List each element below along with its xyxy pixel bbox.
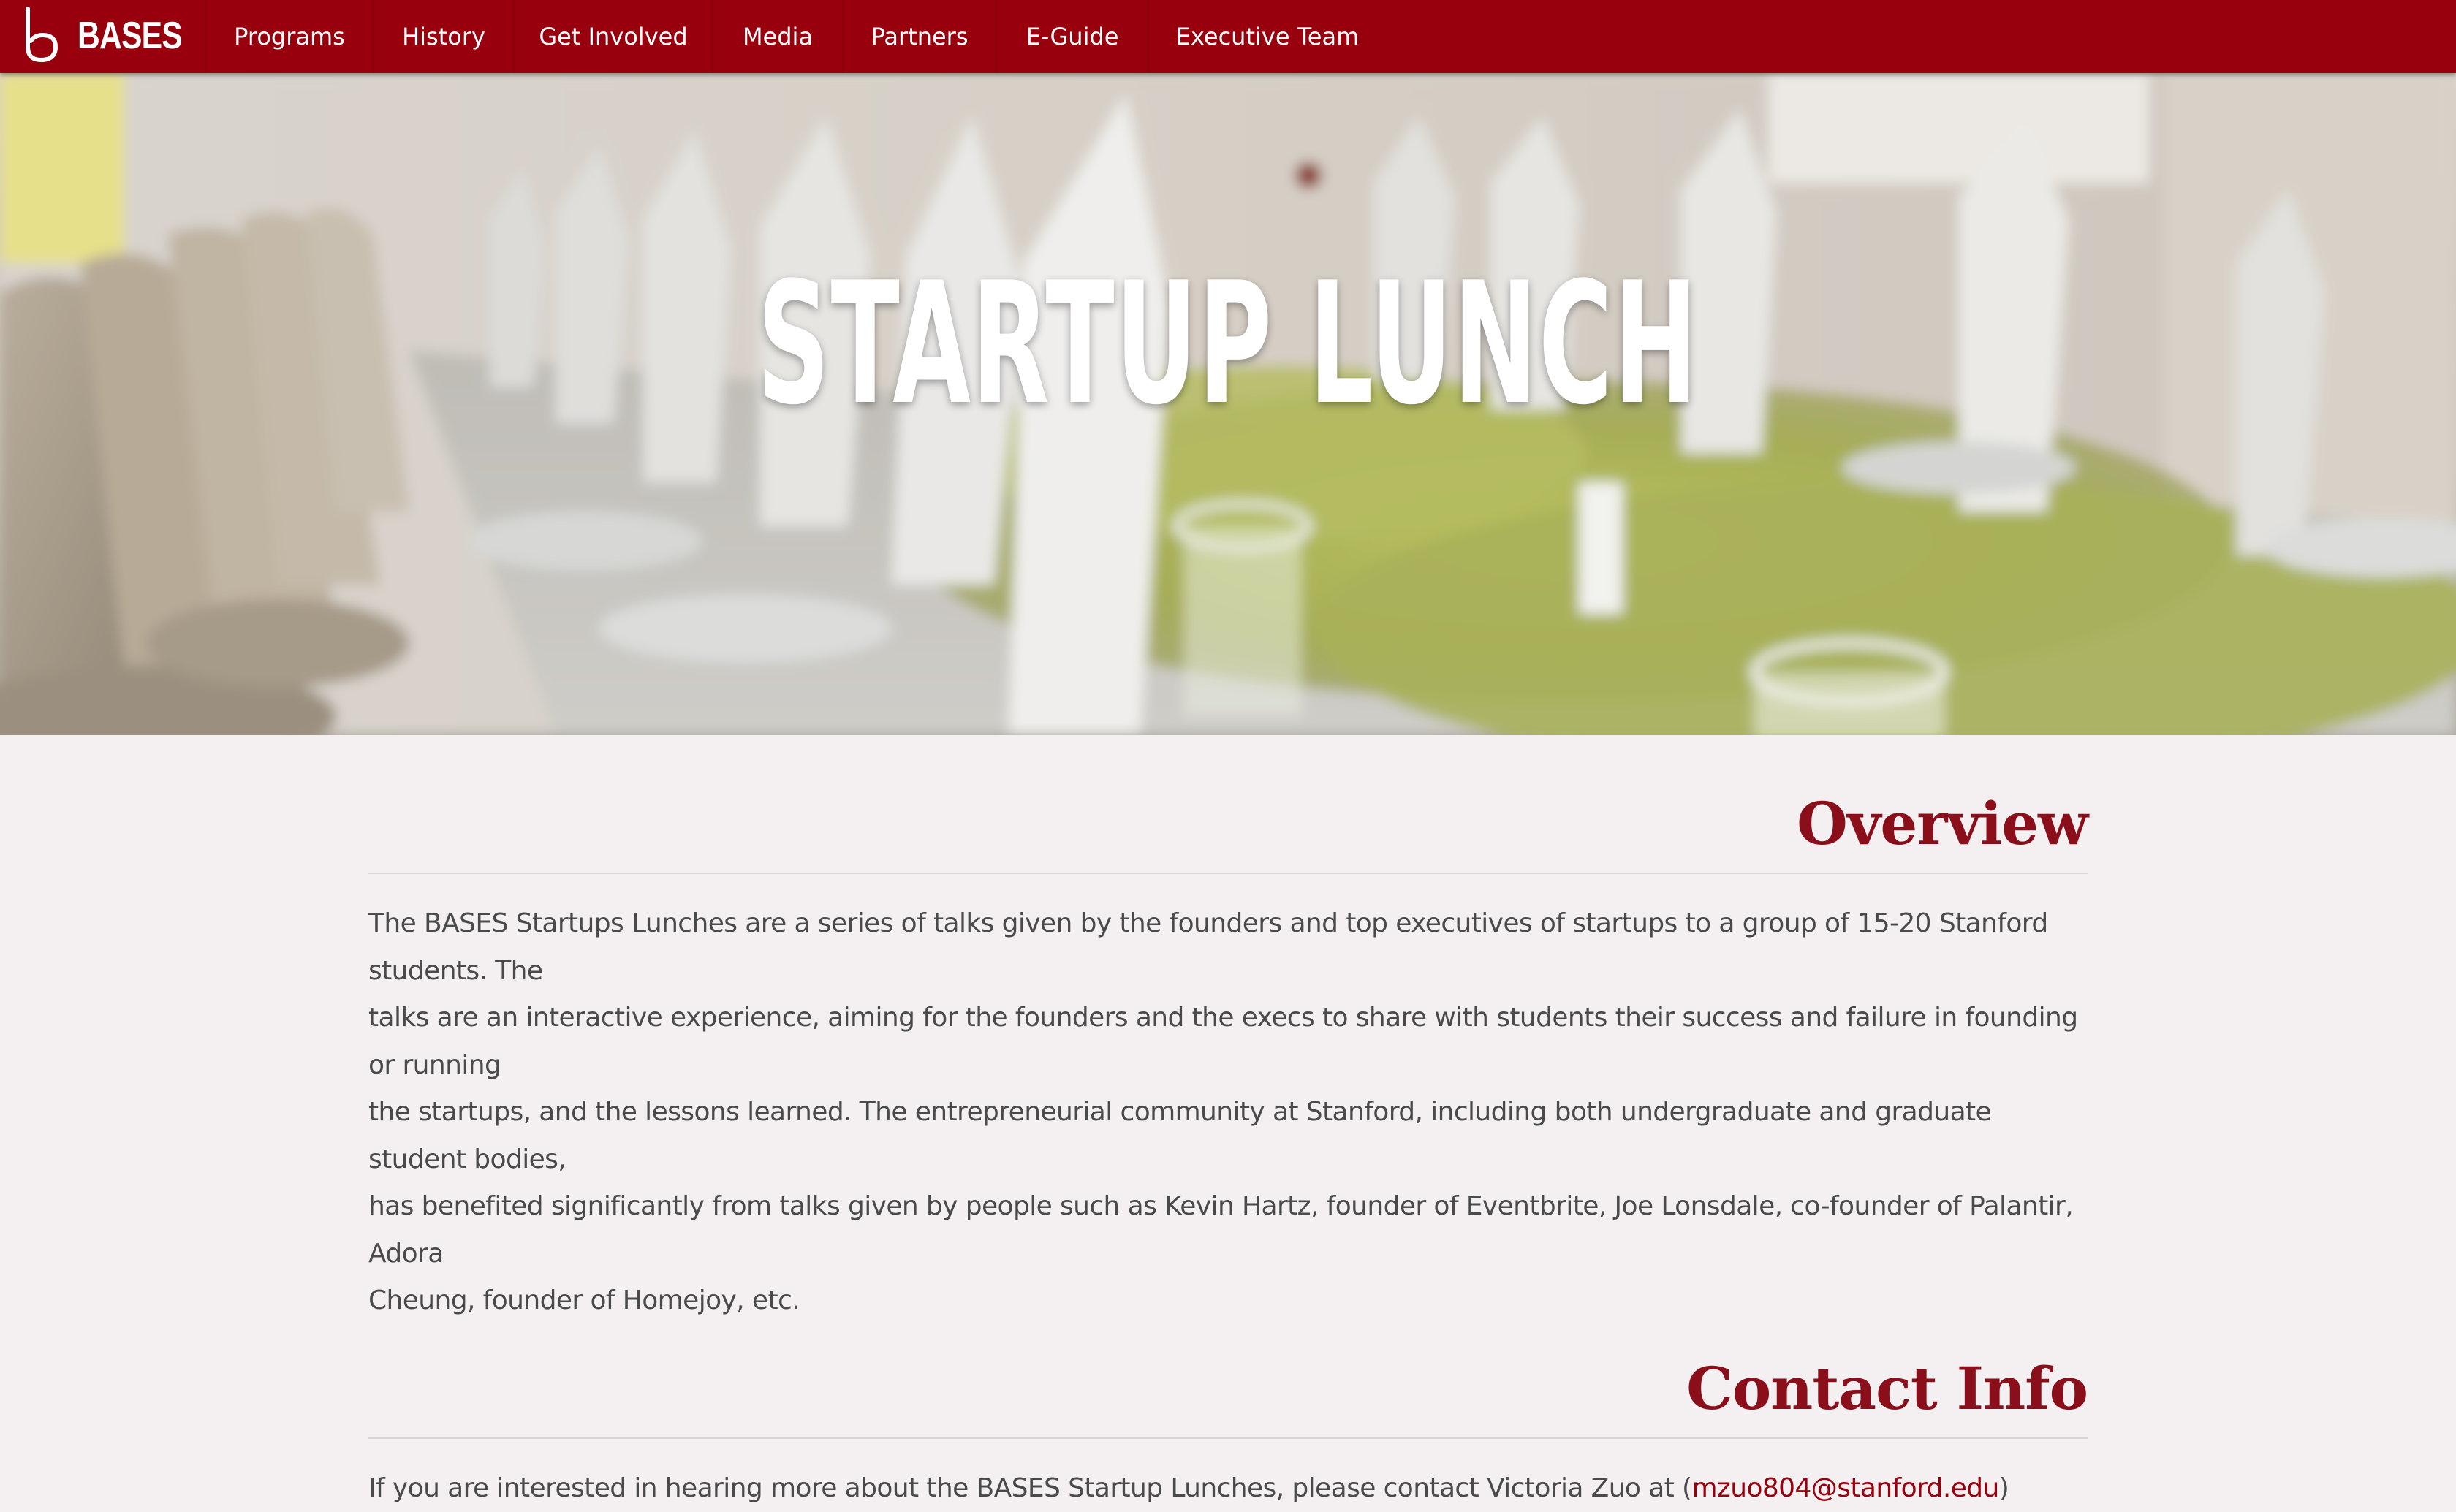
contact-paragraph: If you are interested in hearing more ab… (368, 1465, 2088, 1512)
nav-item-label: Get Involved (539, 23, 687, 50)
nav-item-media[interactable]: Media (712, 0, 842, 73)
nav-item-label: Programs (234, 23, 345, 50)
contact-text-end: ) (1999, 1473, 2009, 1503)
contact-heading: Contact Info (368, 1348, 2088, 1429)
contact-divider (368, 1437, 2088, 1439)
nav-item-history[interactable]: History (373, 0, 513, 73)
nav-item-e-guide[interactable]: E-Guide (996, 0, 1148, 73)
nav-item-label: Executive Team (1176, 23, 1360, 50)
top-navbar: BASES Programs History Get Involved Medi… (0, 0, 2456, 73)
nav-item-label: E-Guide (1026, 23, 1119, 50)
bases-logo-icon (22, 6, 66, 64)
nav-item-executive-team[interactable]: Executive Team (1148, 0, 1386, 73)
contact-text: If you are interested in hearing more ab… (368, 1473, 1691, 1503)
overview-line: Cheung, founder of Homejoy, etc. (368, 1277, 2088, 1325)
main-nav: Programs History Get Involved Media Part… (205, 0, 1386, 73)
hero-banner: STARTUP LUNCH (0, 73, 2456, 735)
nav-item-label: Media (743, 23, 813, 50)
main-content: Overview The BASES Startups Lunches are … (368, 735, 2088, 1512)
hero-title: STARTUP LUNCH (491, 243, 1965, 447)
overview-line: talks are an interactive experience, aim… (368, 995, 2088, 1089)
overview-line: has benefited significantly from talks g… (368, 1183, 2088, 1277)
overview-line: The BASES Startups Lunches are a series … (368, 900, 2088, 995)
nav-item-label: History (402, 23, 485, 50)
overview-divider (368, 873, 2088, 874)
nav-item-partners[interactable]: Partners (842, 0, 996, 73)
brand-name: BASES (77, 10, 182, 61)
nav-item-label: Partners (871, 23, 969, 50)
nav-item-programs[interactable]: Programs (205, 0, 373, 73)
overview-heading: Overview (368, 783, 2088, 864)
nav-item-get-involved[interactable]: Get Involved (513, 0, 712, 73)
contact-email-link[interactable]: mzuo804@stanford.edu (1691, 1473, 1998, 1503)
overview-paragraph: The BASES Startups Lunches are a series … (368, 900, 2088, 1325)
overview-line: the startups, and the lessons learned. T… (368, 1089, 2088, 1183)
brand-home-link[interactable]: BASES (0, 0, 205, 73)
